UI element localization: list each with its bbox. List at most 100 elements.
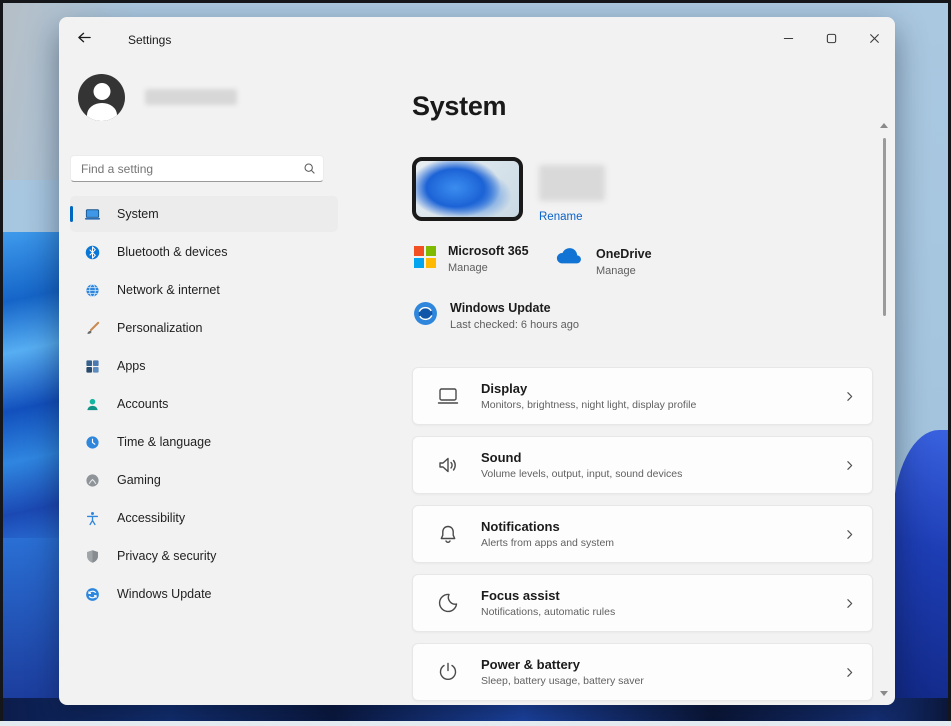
back-button[interactable] xyxy=(69,25,99,55)
search-box xyxy=(70,155,324,182)
clock-icon xyxy=(83,433,101,451)
sidebar-item-label: Apps xyxy=(117,359,146,373)
chevron-right-icon xyxy=(843,666,856,679)
shield-icon xyxy=(83,547,101,565)
sidebar-item-label: Accounts xyxy=(117,397,168,411)
wallpaper-right-bloom xyxy=(893,430,951,726)
sidebar-item-label: Windows Update xyxy=(117,587,212,601)
system-icon xyxy=(83,205,101,223)
quicklink-microsoft-365[interactable]: Microsoft 365 Manage xyxy=(414,244,529,274)
selected-accent xyxy=(70,206,73,222)
maximize-button[interactable] xyxy=(816,25,846,55)
chevron-right-icon xyxy=(843,459,856,472)
quicklink-title: Microsoft 365 xyxy=(448,244,529,258)
card-subtitle: Volume levels, output, input, sound devi… xyxy=(481,468,682,480)
quicklink-windows-update[interactable]: Windows Update Last checked: 6 hours ago xyxy=(413,301,579,331)
accessibility-person-icon xyxy=(83,509,101,527)
rename-link[interactable]: Rename xyxy=(539,211,582,223)
sidebar-item-personalization[interactable]: Personalization xyxy=(70,310,338,346)
card-subtitle: Sleep, battery usage, battery saver xyxy=(481,675,644,687)
card-power-battery[interactable]: Power & battery Sleep, battery usage, ba… xyxy=(412,643,873,701)
card-title: Power & battery xyxy=(481,657,644,672)
sidebar-item-network-internet[interactable]: Network & internet xyxy=(70,272,338,308)
quicklink-subtitle: Last checked: 6 hours ago xyxy=(450,319,579,331)
onedrive-cloud-icon xyxy=(554,247,584,271)
sidebar-item-label: Time & language xyxy=(117,435,211,449)
screenshot-border-left xyxy=(0,0,3,721)
paintbrush-icon xyxy=(83,319,101,337)
avatar-head xyxy=(93,83,110,100)
close-icon xyxy=(869,31,880,49)
card-title: Notifications xyxy=(481,519,614,534)
quicklink-onedrive[interactable]: OneDrive Manage xyxy=(554,247,652,277)
card-subtitle: Notifications, automatic rules xyxy=(481,606,615,618)
windows-update-icon xyxy=(83,585,101,603)
sidebar-item-apps[interactable]: Apps xyxy=(70,348,338,384)
card-display[interactable]: Display Monitors, brightness, night ligh… xyxy=(412,367,873,425)
minimize-icon xyxy=(783,31,794,49)
quicklink-subtitle: Manage xyxy=(596,265,652,277)
page-title: System xyxy=(412,91,506,122)
quicklink-title: Windows Update xyxy=(450,301,579,315)
search-input[interactable] xyxy=(70,155,324,182)
globe-icon xyxy=(83,281,101,299)
moon-icon xyxy=(435,591,461,615)
windows-update-badge-icon xyxy=(413,301,438,331)
sidebar-item-bluetooth-devices[interactable]: Bluetooth & devices xyxy=(70,234,338,270)
sidebar-item-time-language[interactable]: Time & language xyxy=(70,424,338,460)
power-icon xyxy=(435,660,461,684)
scrollbar-thumb[interactable] xyxy=(883,138,886,316)
window-controls xyxy=(773,25,889,55)
sidebar-item-accounts[interactable]: Accounts xyxy=(70,386,338,422)
device-name-redacted xyxy=(539,165,605,201)
desktop: Settings xyxy=(0,0,951,726)
sidebar-item-label: Privacy & security xyxy=(117,549,216,563)
xbox-icon xyxy=(83,471,101,489)
card-notifications[interactable]: Notifications Alerts from apps and syste… xyxy=(412,505,873,563)
sidebar-item-label: Gaming xyxy=(117,473,161,487)
wallpaper-left-deep xyxy=(0,538,64,708)
device-preview-image xyxy=(412,157,523,221)
bell-icon xyxy=(435,522,461,546)
quicklink-subtitle: Manage xyxy=(448,262,529,274)
maximize-icon xyxy=(826,31,837,49)
apps-grid-icon xyxy=(83,357,101,375)
app-title: Settings xyxy=(128,33,171,47)
sidebar-item-gaming[interactable]: Gaming xyxy=(70,462,338,498)
quicklink-title: OneDrive xyxy=(596,247,652,261)
scrollbar-down-arrow[interactable] xyxy=(880,691,888,696)
speaker-icon xyxy=(435,453,461,477)
sidebar-item-windows-update[interactable]: Windows Update xyxy=(70,576,338,612)
sidebar-item-accessibility[interactable]: Accessibility xyxy=(70,500,338,536)
chevron-right-icon xyxy=(843,390,856,403)
sidebar-item-privacy-security[interactable]: Privacy & security xyxy=(70,538,338,574)
close-button[interactable] xyxy=(859,25,889,55)
card-title: Sound xyxy=(481,450,682,465)
main-content: System Rename Microsoft 365 Manage xyxy=(351,63,895,705)
card-subtitle: Monitors, brightness, night light, displ… xyxy=(481,399,696,411)
microsoft-logo-icon xyxy=(414,246,436,268)
sidebar-item-label: Bluetooth & devices xyxy=(117,245,228,259)
chevron-right-icon xyxy=(843,528,856,541)
arrow-left-icon xyxy=(77,30,92,50)
scrollbar-up-arrow[interactable] xyxy=(880,123,888,128)
card-focus-assist[interactable]: Focus assist Notifications, automatic ru… xyxy=(412,574,873,632)
sidebar-item-system[interactable]: System xyxy=(70,196,338,232)
user-name-redacted xyxy=(145,89,237,105)
bluetooth-icon xyxy=(83,243,101,261)
sidebar-nav: System Bluetooth & devices Network & int… xyxy=(70,196,338,614)
titlebar: Settings xyxy=(59,17,895,63)
card-title: Focus assist xyxy=(481,588,615,603)
card-sound[interactable]: Sound Volume levels, output, input, soun… xyxy=(412,436,873,494)
avatar-shoulders xyxy=(87,103,117,121)
sidebar-item-label: Network & internet xyxy=(117,283,220,297)
screenshot-border-bottom xyxy=(0,721,951,726)
device-meta: Rename xyxy=(539,165,605,225)
wallpaper-left-bloom xyxy=(0,232,64,542)
settings-window: Settings xyxy=(59,17,895,705)
card-subtitle: Alerts from apps and system xyxy=(481,537,614,549)
minimize-button[interactable] xyxy=(773,25,803,55)
settings-cards: Display Monitors, brightness, night ligh… xyxy=(412,367,873,705)
avatar xyxy=(78,74,125,121)
search-icon xyxy=(303,162,316,180)
